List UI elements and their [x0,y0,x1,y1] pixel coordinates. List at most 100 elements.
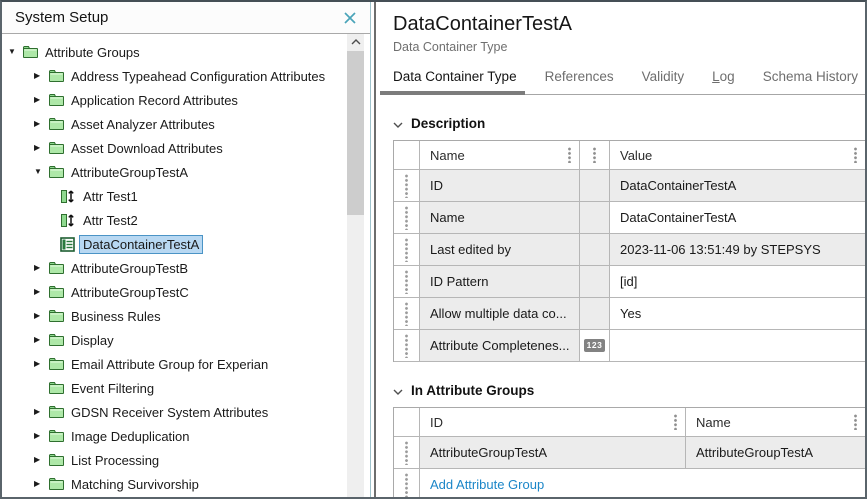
expand-arrow-icon[interactable]: ▶ [34,312,48,320]
cell-attribute-name[interactable]: Name [420,202,580,234]
tree-item-label[interactable]: Asset Download Attributes [68,140,226,157]
tree-item-label[interactable]: GDSN Receiver System Attributes [68,404,271,421]
tree-item-label[interactable]: Address Typeahead Configuration Attribut… [68,68,328,85]
panel-splitter[interactable] [371,2,380,497]
row-handle-icon[interactable] [405,206,408,230]
expand-arrow-icon[interactable]: ▶ [34,144,48,152]
cell-group-name[interactable]: AttributeGroupTestA [686,437,865,469]
cell-attribute-name[interactable]: Attribute Completenes... [420,330,580,362]
row-handle-cell[interactable] [394,170,420,202]
row-handle-icon[interactable] [405,302,408,326]
tree-item-label[interactable]: List Processing [68,452,162,469]
column-menu-icon[interactable] [854,414,857,430]
header-cell-blank [394,408,420,437]
scroll-up-icon[interactable] [347,34,364,50]
cell-attribute-name[interactable]: Last edited by [420,234,580,266]
column-menu-icon[interactable] [593,147,596,163]
tree-item-label[interactable]: DataContainerTestA [80,236,202,253]
tree-item-address-typeahead-configuration-attributes[interactable]: ▶ Address Typeahead Configuration Attribu… [2,64,370,88]
cell-group-id[interactable]: AttributeGroupTestA [420,437,686,469]
tree-item-attributegrouptestb[interactable]: ▶ AttributeGroupTestB [2,256,370,280]
tab-schema-history[interactable]: Schema History [763,69,858,94]
expand-arrow-icon[interactable]: ▶ [34,480,48,488]
collapse-chevron-icon[interactable] [393,116,403,131]
close-icon[interactable] [342,10,358,26]
expand-arrow-icon[interactable]: ▶ [34,72,48,80]
row-handle-cell[interactable] [394,469,420,497]
cell-attribute-name[interactable]: ID Pattern [420,266,580,298]
tree-item-asset-analyzer-attributes[interactable]: ▶ Asset Analyzer Attributes [2,112,370,136]
tree-item-application-record-attributes[interactable]: ▶ Application Record Attributes [2,88,370,112]
row-handle-cell[interactable] [394,234,420,266]
tab-validity[interactable]: Validity [642,69,685,94]
tree-item-label[interactable]: AttributeGroupTestB [68,260,191,277]
tree-item-label[interactable]: Business Rules [68,308,164,325]
row-handle-cell[interactable] [394,202,420,234]
tree-item-matching-survivorship[interactable]: ▶ Matching Survivorship [2,472,370,496]
tree-item-label[interactable]: Attr Test1 [80,188,141,205]
row-handle-icon[interactable] [405,270,408,294]
expand-arrow-icon[interactable]: ▶ [34,408,48,416]
expand-arrow-icon[interactable]: ▶ [34,96,48,104]
row-handle-cell[interactable] [394,330,420,362]
row-handle-cell[interactable] [394,298,420,330]
expand-arrow-icon[interactable]: ▶ [34,360,48,368]
tree-item-label[interactable]: Asset Analyzer Attributes [68,116,218,133]
tree-item-attr-test1[interactable]: Attr Test1 [2,184,370,208]
tree-item-label[interactable]: Application Record Attributes [68,92,241,109]
tree-item-attr-test2[interactable]: Attr Test2 [2,208,370,232]
row-handle-icon[interactable] [405,441,408,465]
tree-item-label[interactable]: Email Attribute Group for Experian [68,356,271,373]
tree-item-label[interactable]: AttributeGroupTestC [68,284,192,301]
tab-data-container-type[interactable]: Data Container Type [393,69,517,94]
expand-arrow-icon[interactable]: ▶ [34,456,48,464]
expand-arrow-icon[interactable]: ▶ [34,264,48,272]
expand-arrow-icon[interactable]: ▶ [34,336,48,344]
tree-item-email-attribute-group-for-experian[interactable]: ▶ Email Attribute Group for Experian [2,352,370,376]
collapse-chevron-icon[interactable] [393,383,403,398]
tree-item-list-processing[interactable]: ▶ List Processing [2,448,370,472]
column-menu-icon[interactable] [854,147,857,163]
row-handle-icon[interactable] [405,473,408,497]
row-handle-cell[interactable] [394,266,420,298]
expand-arrow-icon[interactable]: ▶ [34,432,48,440]
scrollbar-thumb[interactable] [347,51,364,215]
tree-item-attributegrouptestc[interactable]: ▶ AttributeGroupTestC [2,280,370,304]
tree-item-attribute-groups[interactable]: ▼ Attribute Groups [2,40,370,64]
tab-references[interactable]: References [545,69,614,94]
cell-attribute-value[interactable]: Yes [610,298,865,330]
cell-attribute-name[interactable]: Allow multiple data co... [420,298,580,330]
tree-item-label[interactable]: Matching Survivorship [68,476,202,493]
cell-attribute-value[interactable]: [id] [610,266,865,298]
column-menu-icon[interactable] [568,147,571,163]
column-menu-icon[interactable] [674,414,677,430]
tree-item-image-deduplication[interactable]: ▶ Image Deduplication [2,424,370,448]
tree-item-gdsn-receiver-system-attributes[interactable]: ▶ GDSN Receiver System Attributes [2,400,370,424]
cell-attribute-value[interactable]: DataContainerTestA [610,202,865,234]
row-handle-cell[interactable] [394,437,420,469]
expand-arrow-icon[interactable]: ▶ [34,120,48,128]
tab-log[interactable]: Log [712,69,735,94]
tree-scrollbar[interactable] [347,34,364,497]
tree-item-display[interactable]: ▶ Display [2,328,370,352]
tree-item-label[interactable]: Attr Test2 [80,212,141,229]
collapse-arrow-icon[interactable]: ▼ [8,48,22,56]
collapse-arrow-icon[interactable]: ▼ [34,168,48,176]
tree-item-label[interactable]: Display [68,332,117,349]
tree-item-label[interactable]: Attribute Groups [42,44,143,61]
row-handle-icon[interactable] [405,238,408,262]
row-handle-icon[interactable] [405,174,408,198]
cell-attribute-value[interactable] [610,330,865,362]
tree-item-business-rules[interactable]: ▶ Business Rules [2,304,370,328]
tree-item-label[interactable]: Image Deduplication [68,428,193,445]
tree-item-label[interactable]: AttributeGroupTestA [68,164,191,181]
cell-attribute-name[interactable]: ID [420,170,580,202]
tree-item-attributegrouptesta[interactable]: ▼ AttributeGroupTestA [2,160,370,184]
tree-item-label[interactable]: Event Filtering [68,380,157,397]
tree-item-datacontainertesta[interactable]: DataContainerTestA [2,232,370,256]
expand-arrow-icon[interactable]: ▶ [34,288,48,296]
tree-item-asset-download-attributes[interactable]: ▶ Asset Download Attributes [2,136,370,160]
add-attribute-group-link[interactable]: Add Attribute Group [430,477,544,492]
tree-item-event-filtering[interactable]: Event Filtering [2,376,370,400]
row-handle-icon[interactable] [405,334,408,358]
